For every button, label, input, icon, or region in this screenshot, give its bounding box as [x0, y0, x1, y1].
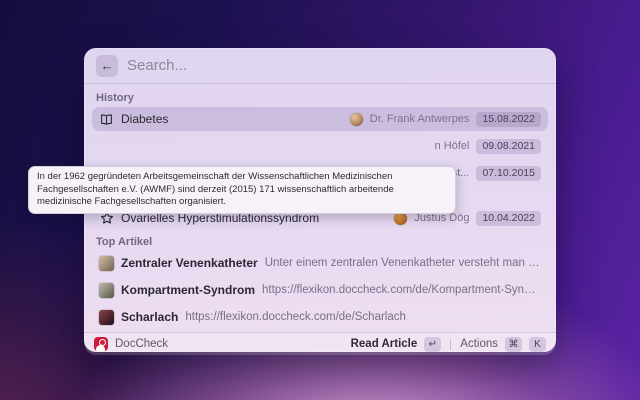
cmd-key-icon: ⌘	[505, 337, 522, 352]
results-list: History Diabetes Dr. Frank Antwerpes 15.…	[84, 84, 556, 332]
article-url: https://flexikon.doccheck.com/de/Scharla…	[185, 311, 541, 323]
actions-menu-button[interactable]: Actions	[460, 338, 498, 350]
article-thumbnail	[99, 256, 114, 271]
article-url: https://flexikon.doccheck.com/de/Kompart…	[262, 284, 541, 296]
tooltip: In der 1962 gegründeten Arbeitsgemeinsch…	[28, 166, 456, 214]
article-thumbnail	[99, 283, 114, 298]
date-badge: 10.04.2022	[476, 211, 541, 226]
item-title: Diabetes	[121, 112, 168, 126]
item-author: Dr. Frank Antwerpes	[370, 113, 470, 125]
back-button[interactable]: ←	[96, 55, 118, 77]
footer-bar: DocCheck Read Article ↵ Actions ⌘ K	[84, 332, 556, 355]
enter-key-icon: ↵	[424, 337, 441, 352]
footer-divider	[450, 339, 451, 350]
article-item-scharlach[interactable]: Scharlach https://flexikon.doccheck.com/…	[92, 305, 548, 329]
article-title: Scharlach	[121, 310, 178, 324]
doccheck-logo-icon	[94, 337, 108, 351]
article-title: Kompartment-Syndrom	[121, 283, 255, 297]
k-key-icon: K	[529, 337, 546, 352]
author-avatar	[350, 113, 363, 126]
section-history: History	[96, 92, 544, 104]
date-badge: 07.10.2015	[476, 166, 541, 181]
article-thumbnail	[99, 310, 114, 325]
search-bar: ←	[84, 48, 556, 84]
footer-app-name: DocCheck	[115, 338, 168, 350]
article-item-venenkatheter[interactable]: Zentraler Venenkatheter Unter einem zent…	[92, 251, 548, 275]
read-article-action[interactable]: Read Article	[351, 338, 418, 350]
search-window: ← History Diabetes Dr. Frank Antwerpes 1…	[84, 48, 556, 352]
article-description: Unter einem zentralen Venenkatheter vers…	[265, 257, 541, 269]
item-author: n Höfel	[435, 140, 470, 152]
book-icon	[99, 113, 114, 126]
date-badge: 15.08.2022	[476, 112, 541, 127]
history-item-diabetes[interactable]: Diabetes Dr. Frank Antwerpes 15.08.2022	[92, 107, 548, 131]
back-arrow-icon: ←	[101, 58, 114, 73]
search-input[interactable]	[127, 57, 544, 74]
article-item-kompartment[interactable]: Kompartment-Syndrom https://flexikon.doc…	[92, 278, 548, 302]
section-top-artikel: Top Artikel	[96, 236, 544, 248]
item-author: Justus Dög	[414, 212, 469, 224]
history-item-hidden[interactable]: n Höfel 09.08.2021	[92, 134, 548, 158]
article-title: Zentraler Venenkatheter	[121, 256, 258, 270]
date-badge: 09.08.2021	[476, 139, 541, 154]
